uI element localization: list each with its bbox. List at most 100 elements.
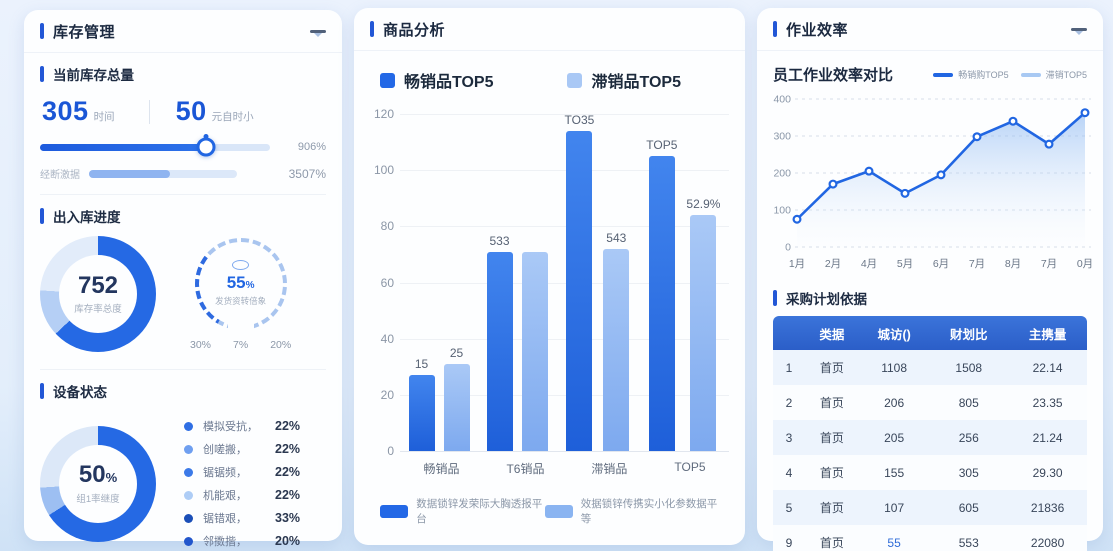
device-legend-item[interactable]: 锯错艰， 33% [184, 510, 326, 526]
legend-swatch [545, 505, 573, 518]
bar[interactable] [603, 249, 629, 451]
legend-value: 22% [275, 488, 300, 502]
bar-column[interactable]: TOP5 [646, 138, 677, 451]
bar[interactable] [649, 156, 675, 451]
bar-column[interactable]: 52.9% [686, 197, 720, 451]
legend-value: 33% [275, 511, 300, 525]
slider-track[interactable] [40, 144, 270, 151]
table-cell: 155 [859, 455, 929, 490]
bar[interactable] [566, 131, 592, 451]
y-axis-tick: 60 [368, 276, 394, 290]
column-header: 财划比 [929, 316, 1008, 350]
vertical-divider [149, 100, 150, 124]
table-cell: 55 [859, 525, 929, 551]
legend-dot [184, 468, 193, 477]
legend-item-slowmovers[interactable]: 滞销品TOP5 [567, 68, 681, 92]
bar[interactable] [690, 215, 716, 451]
svg-text:6月: 6月 [933, 258, 949, 270]
bar[interactable] [487, 252, 513, 451]
device-legend-item[interactable]: 邻擞揩， 20% [184, 533, 326, 549]
divider [40, 194, 326, 195]
divider [40, 369, 326, 370]
device-donut-chart: 50% 组1率继度 [40, 426, 156, 542]
line-chart-svg: 0100200300400 1月2月4月5月6月7月8月7月0月 [767, 89, 1093, 279]
accent-bar [370, 21, 374, 37]
legend-item-series2[interactable]: 滞销TOP5 [1021, 68, 1087, 81]
slider-handle[interactable] [196, 138, 215, 157]
accent-bar [40, 66, 44, 82]
bar[interactable] [444, 364, 470, 451]
bar-column[interactable]: 25 [444, 346, 470, 451]
table-cell: 22.14 [1008, 350, 1087, 385]
gridline [400, 451, 729, 452]
bottom-legend-item-1[interactable]: 数据锁锌发荣际大胸透报平台 [380, 496, 545, 526]
legend-value: 20% [275, 534, 300, 548]
bar-column[interactable]: TO35 [565, 113, 595, 451]
donut-label: 组1率继度 [76, 491, 119, 505]
y-axis-tick: 20 [368, 388, 394, 402]
panel-title: 作业效率 [786, 19, 848, 40]
bar-group: 533 [487, 234, 548, 451]
table-row: 1首页1108150822.14 [773, 350, 1087, 385]
svg-text:200: 200 [773, 168, 791, 180]
legend-item-series1[interactable]: 畅销购TOP5 [933, 68, 1008, 81]
sub-progress-name: 经断激据 [40, 166, 80, 181]
table-cell: 4 [773, 455, 805, 490]
legend-value: 22% [275, 465, 300, 479]
donut-value: 752 [78, 273, 118, 298]
column-header: 主携量 [1008, 316, 1087, 350]
legend-item-bestsellers[interactable]: 畅销品TOP5 [380, 68, 494, 92]
table-row: 3首页20525621.24 [773, 420, 1087, 455]
legend-swatch [380, 73, 395, 88]
section-title-inout: 出入库进度 [53, 206, 121, 226]
accent-bar [773, 290, 777, 306]
accent-bar [773, 21, 777, 37]
metric-unit: 元自时小 [212, 109, 254, 124]
stock-metrics: 305 时间 50 元自时小 [42, 96, 324, 127]
metric-stock-qty: 305 时间 [42, 96, 115, 127]
device-legend-item[interactable]: 模拟受抗， 22% [184, 418, 326, 434]
x-axis-label: T6销品 [506, 460, 544, 477]
panel-product-header: 商品分析 [354, 8, 745, 51]
accent-bar [40, 208, 44, 224]
bar-column[interactable]: 15 [409, 357, 435, 451]
device-legend-item[interactable]: 锯锯频， 22% [184, 464, 326, 480]
bar[interactable] [409, 375, 435, 451]
collapse-icon[interactable] [310, 30, 326, 33]
legend-label: 滞销TOP5 [1046, 68, 1087, 81]
svg-text:4月: 4月 [861, 258, 877, 270]
bar-column[interactable] [522, 252, 548, 451]
table-cell: 首页 [805, 455, 859, 490]
svg-text:400: 400 [773, 94, 791, 106]
donut-unit: % [106, 470, 118, 485]
bar-column[interactable]: 543 [603, 231, 629, 451]
bar-column[interactable]: 533 [487, 234, 513, 451]
metric-stock-alt: 50 元自时小 [176, 96, 254, 127]
device-legend-item[interactable]: 创嗟搬， 22% [184, 441, 326, 457]
legend-label: 机能艰， [203, 487, 275, 503]
line-chart-title: 员工作业效率对比 [773, 64, 893, 85]
bar-chart-bottom-legend: 数据锁锌发荣际大胸透报平台 效据锁锌传携实小化参数据平等 [354, 496, 745, 526]
table-cell: 1108 [859, 350, 929, 385]
metric-value: 305 [42, 96, 89, 127]
bar-value-label: 52.9% [686, 197, 720, 211]
svg-text:300: 300 [773, 131, 791, 143]
bar-chart-x-labels: 畅销品T6销品滞销品TOP5 [400, 460, 729, 477]
legend-swatch [567, 73, 582, 88]
collapse-icon[interactable] [1071, 28, 1087, 31]
y-axis-tick: 80 [368, 219, 394, 233]
procurement-table: 类据城访()财划比主携量 1首页1108150822.142首页20680523… [773, 316, 1087, 551]
table-cell: 1 [773, 350, 805, 385]
table-cell: 21.24 [1008, 420, 1087, 455]
legend-swatch [380, 505, 408, 518]
bottom-legend-item-2[interactable]: 效据锁锌传携实小化参数据平等 [545, 496, 719, 526]
panel-work-header: 作业效率 [757, 8, 1103, 51]
bar[interactable] [522, 252, 548, 451]
panel-title: 商品分析 [383, 19, 445, 40]
x-axis-label: 滞销品 [591, 460, 627, 477]
device-legend-item[interactable]: 机能艰， 22% [184, 487, 326, 503]
legend-label: 数据锁锌发荣际大胸透报平台 [416, 496, 544, 526]
panel-work-efficiency: 作业效率 员工作业效率对比 畅销购TOP5 滞销TOP5 01002003004… [757, 8, 1103, 541]
gauge-unit: % [246, 280, 255, 291]
bar-chart: 15 25 533 TO35 543 TOP5 52.9% 畅销品T6销品滞销品… [368, 110, 733, 482]
